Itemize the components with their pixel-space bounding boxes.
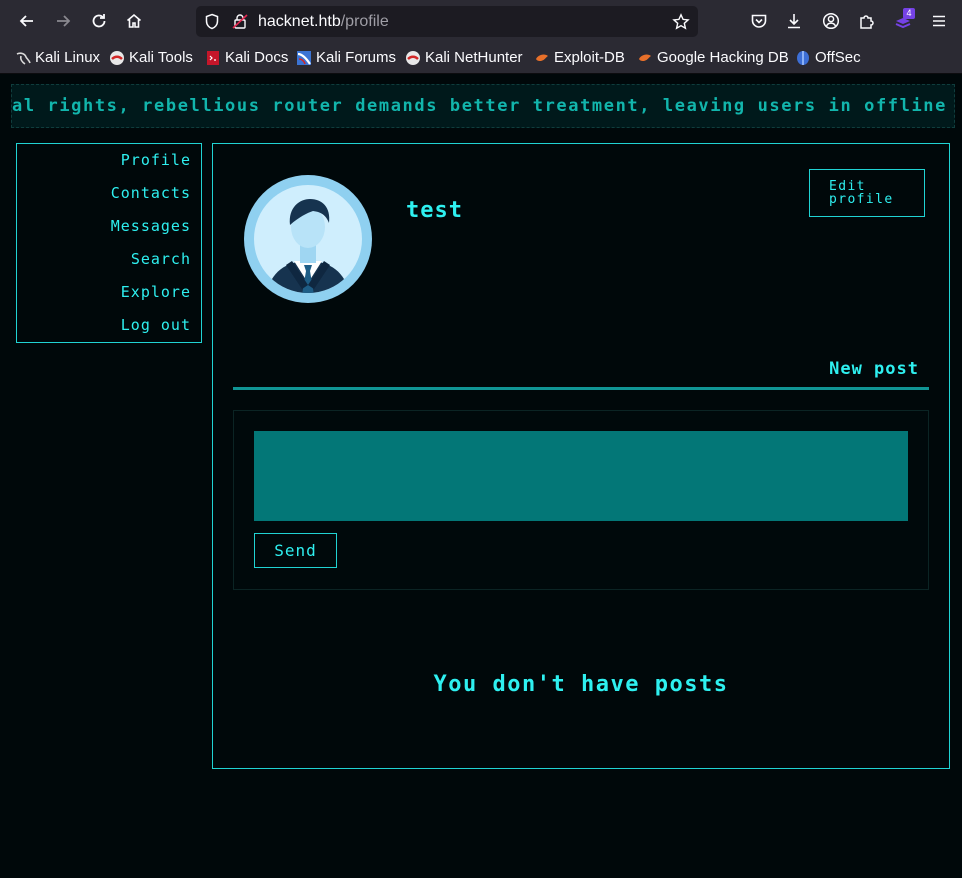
news-ticker: al rights, rebellious router demands bet… [11, 84, 955, 128]
sidebar-nav: Profile Contacts Messages Search Explore… [16, 143, 202, 343]
shield-icon[interactable] [204, 13, 220, 30]
sidebar-item-search[interactable]: Search [131, 250, 191, 268]
downloads-button[interactable] [781, 8, 807, 34]
bookmark-star-icon[interactable] [672, 13, 690, 31]
kali-docs-icon [207, 50, 219, 65]
bookmark-label: Kali NetHunter [425, 49, 523, 66]
bookmark-label: Kali Docs [225, 49, 289, 66]
puzzle-icon [860, 15, 874, 29]
sidebar-item-profile[interactable]: Profile [121, 151, 191, 169]
offsec-icon [797, 50, 809, 65]
bookmark-label: Google Hacking DB [657, 49, 789, 66]
forward-arrow-icon [57, 15, 71, 27]
pocket-button[interactable] [746, 8, 772, 34]
edit-profile-button[interactable]: Edit profile [809, 169, 925, 217]
extension-badge: 4 [903, 8, 915, 19]
news-ticker-text: al rights, rebellious router demands bet… [12, 96, 955, 116]
kali-nethunter-icon [406, 50, 420, 65]
bookmark-label: Kali Forums [316, 49, 397, 66]
download-icon [788, 14, 800, 29]
bookmark-kali-nethunter[interactable]: Kali NetHunter [405, 42, 523, 73]
menu-button[interactable] [926, 8, 952, 34]
back-arrow-icon [19, 15, 33, 27]
avatar [244, 175, 372, 303]
sidebar-item-contacts[interactable]: Contacts [111, 184, 191, 202]
sidebar-item-messages[interactable]: Messages [111, 217, 191, 235]
bookmark-kali-tools[interactable]: Kali Tools [109, 42, 193, 73]
empty-posts-message: You don't have posts [433, 672, 729, 697]
google-hacking-db-icon [639, 54, 651, 61]
bookmark-kali-linux[interactable]: Kali Linux [15, 42, 100, 73]
url-text[interactable]: hacknet.htb/profile [258, 6, 389, 37]
home-icon [126, 13, 142, 28]
sidebar-item-logout[interactable]: Log out [121, 316, 191, 334]
home-button[interactable] [121, 8, 147, 34]
sidebar-item-explore[interactable]: Explore [121, 283, 191, 301]
section-divider [233, 387, 929, 390]
post-textarea[interactable] [254, 431, 908, 521]
bookmark-kali-forums[interactable]: Kali Forums [296, 42, 396, 73]
bookmark-kali-docs[interactable]: Kali Docs [205, 42, 288, 73]
bookmark-label: Kali Linux [35, 49, 101, 66]
insecure-lock-icon[interactable] [232, 13, 248, 30]
bookmark-label: OffSec [815, 49, 861, 66]
reload-icon [92, 14, 106, 28]
pocket-icon [751, 14, 767, 28]
url-host: hacknet.htb [258, 13, 341, 30]
exploit-db-icon [536, 54, 548, 61]
kali-forums-icon [297, 50, 311, 65]
bookmark-exploit-db[interactable]: Exploit-DB [534, 42, 625, 73]
kali-tools-icon [110, 50, 124, 65]
hamburger-menu-icon [933, 15, 945, 27]
kali-dragon-icon [16, 51, 31, 65]
back-button[interactable] [14, 8, 40, 34]
user-avatar-icon [245, 176, 371, 302]
bookmarks-bar: Kali Linux Kali Tools Kali Docs Kali For… [0, 42, 962, 74]
browser-toolbar: hacknet.htb/profile 4 [0, 0, 962, 42]
reload-button[interactable] [86, 8, 112, 34]
bookmark-google-hacking-db[interactable]: Google Hacking DB [637, 42, 789, 73]
forward-button[interactable] [50, 8, 76, 34]
profile-panel: test Edit profile New post Send You don'… [212, 143, 950, 769]
profile-username: test [406, 198, 463, 223]
account-button[interactable] [818, 8, 844, 34]
bookmark-label: Exploit-DB [554, 49, 625, 66]
url-path: /profile [340, 13, 389, 30]
extensions-button[interactable] [854, 8, 880, 34]
new-post-label[interactable]: New post [829, 359, 919, 379]
url-bar[interactable]: hacknet.htb/profile [196, 6, 698, 37]
send-button[interactable]: Send [254, 533, 337, 568]
bookmark-label: Kali Tools [129, 49, 193, 66]
new-post-form: Send [233, 410, 929, 590]
account-icon [822, 12, 840, 30]
edit-profile-label-line2: profile [829, 192, 894, 207]
bookmark-offsec[interactable]: OffSec [795, 42, 861, 73]
